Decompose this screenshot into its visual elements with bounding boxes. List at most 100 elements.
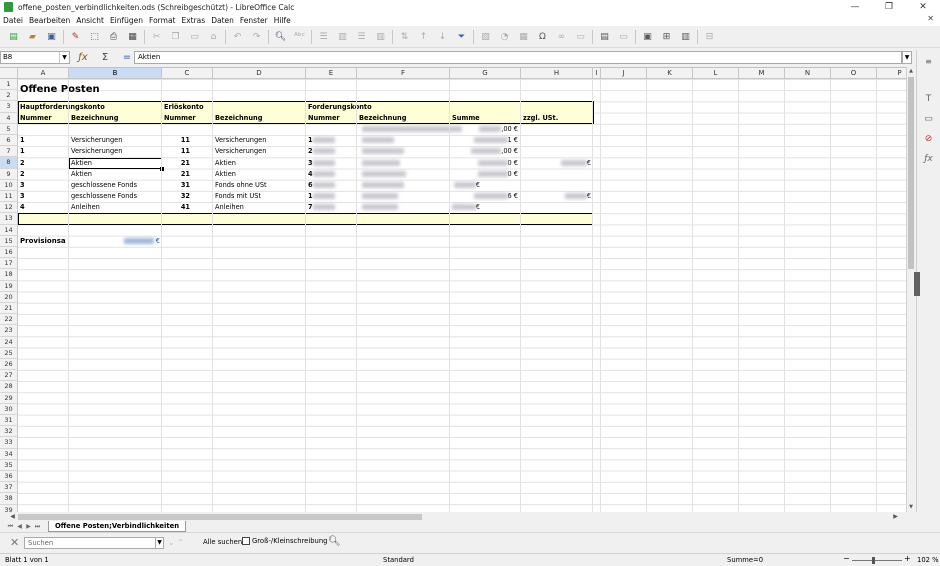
sort-ascending-icon[interactable]: ↑: [416, 29, 431, 44]
row-header-8[interactable]: 8: [0, 157, 18, 169]
cell-b9[interactable]: Aktien: [69, 169, 161, 180]
column-header-h[interactable]: H: [521, 68, 593, 79]
cut-icon[interactable]: ✂: [149, 29, 164, 44]
row-header-16[interactable]: 16: [0, 247, 18, 259]
header-nummer-c[interactable]: Nummer: [162, 113, 212, 124]
cell-e6[interactable]: 1: [306, 135, 356, 146]
row-header-3[interactable]: 3: [0, 101, 18, 113]
print-icon[interactable]: ⎙: [106, 29, 121, 44]
cell-g9[interactable]: 0 €: [450, 169, 520, 180]
paste-icon[interactable]: ▭: [187, 29, 202, 44]
cell-f9-redacted[interactable]: [360, 169, 440, 180]
formula-input[interactable]: Aktien: [134, 51, 902, 64]
edit-mode-icon[interactable]: ✎: [68, 29, 83, 44]
delete-row-icon[interactable]: ☰: [354, 29, 369, 44]
function-wizard-icon[interactable]: ƒx: [76, 51, 90, 64]
row-header-14[interactable]: 14: [0, 224, 18, 236]
column-header-l[interactable]: L: [693, 68, 739, 79]
insert-image-icon[interactable]: ▧: [478, 29, 493, 44]
row-header-7[interactable]: 7: [0, 146, 18, 158]
header-bezeichnung-f[interactable]: Bezeichnung: [357, 113, 449, 124]
insert-row-icon[interactable]: ☰: [316, 29, 331, 44]
open-folder-icon[interactable]: ▰: [25, 29, 40, 44]
cell-f7-redacted[interactable]: [360, 146, 440, 157]
row-header-39[interactable]: 39: [0, 504, 18, 512]
cell-b6[interactable]: Versicherungen: [69, 135, 161, 146]
cell-a9[interactable]: 2: [18, 169, 68, 180]
row-header-15[interactable]: 15: [0, 235, 18, 247]
scroll-up-icon[interactable]: ▲: [907, 67, 915, 76]
menu-daten[interactable]: Daten: [211, 16, 234, 25]
find-replace-icon[interactable]: 🔍︎: [328, 536, 342, 549]
row-header-34[interactable]: 34: [0, 448, 18, 460]
cell-d11[interactable]: Fonds mit USt: [213, 191, 305, 202]
save-icon[interactable]: ▣: [44, 29, 59, 44]
cell-g12[interactable]: €: [450, 202, 520, 213]
copy-icon[interactable]: ❐: [168, 29, 183, 44]
close-document-icon[interactable]: ✕: [927, 14, 934, 23]
first-sheet-icon[interactable]: ⏮: [6, 522, 15, 532]
undo-icon[interactable]: ↶: [230, 29, 245, 44]
row-header-2[interactable]: 2: [0, 90, 18, 102]
row-header-25[interactable]: 25: [0, 347, 18, 359]
close-button[interactable]: ✕: [906, 0, 940, 14]
insert-chart-icon[interactable]: ◔: [497, 29, 512, 44]
cell-a12[interactable]: 4: [18, 202, 68, 213]
row-header-1[interactable]: 1: [0, 79, 18, 91]
header-bezeichnung-d[interactable]: Bezeichnung: [213, 113, 305, 124]
sheet-title[interactable]: Offene Posten: [19, 79, 100, 101]
cell-g6[interactable]: 1 €: [450, 135, 520, 146]
next-sheet-icon[interactable]: ▶: [24, 522, 33, 532]
cell-b10[interactable]: geschlossene Fonds: [69, 180, 161, 191]
row-header-4[interactable]: 4: [0, 112, 18, 124]
cell-c8[interactable]: 21: [162, 158, 192, 169]
column-header-g[interactable]: G: [450, 68, 521, 79]
cell-c12[interactable]: 41: [162, 202, 192, 213]
cell-c7[interactable]: 11: [162, 146, 192, 157]
cell-g5[interactable]: ,00 €: [450, 124, 520, 135]
cell-a7[interactable]: 1: [18, 146, 68, 157]
define-print-area-icon[interactable]: ▭: [616, 29, 631, 44]
row-header-31[interactable]: 31: [0, 415, 18, 427]
hyperlink-icon[interactable]: ∞: [554, 29, 569, 44]
delete-column-icon[interactable]: ▥: [373, 29, 388, 44]
column-header-j[interactable]: J: [601, 68, 647, 79]
cell-d12[interactable]: Anleihen: [213, 202, 305, 213]
column-header-p[interactable]: P: [877, 68, 906, 79]
header-nummer-a[interactable]: Nummer: [18, 113, 68, 124]
row-header-10[interactable]: 10: [0, 179, 18, 191]
cell-f8-redacted[interactable]: [360, 158, 440, 169]
checkbox-icon[interactable]: [242, 537, 250, 545]
menu-format[interactable]: Format: [149, 16, 175, 25]
find-all-button[interactable]: Alle suchen: [203, 538, 242, 546]
name-box[interactable]: B8 ▼: [0, 51, 70, 64]
special-character-icon[interactable]: Ω: [535, 29, 550, 44]
functions-icon[interactable]: ƒx: [921, 152, 936, 167]
status-page-style[interactable]: Standard: [383, 556, 414, 564]
cell-h8[interactable]: €: [521, 158, 593, 169]
header-zzgl-ust[interactable]: zzgl. USt.: [521, 113, 591, 124]
column-header-a[interactable]: A: [18, 68, 69, 79]
merge-cells-icon[interactable]: ⊟: [702, 29, 717, 44]
menu-hilfe[interactable]: Hilfe: [274, 16, 291, 25]
find-replace-icon[interactable]: 🔍︎: [273, 29, 288, 44]
print-preview-icon[interactable]: ▦: [125, 29, 140, 44]
cell-g8[interactable]: 0 €: [450, 158, 520, 169]
column-header-e[interactable]: E: [306, 68, 357, 79]
cell-b12[interactable]: Anleihen: [69, 202, 161, 213]
new-document-icon[interactable]: ▤: [6, 29, 21, 44]
pivot-table-icon[interactable]: ▦: [516, 29, 531, 44]
scroll-left-icon[interactable]: ◀: [8, 512, 17, 521]
spreadsheet-grid[interactable]: ABCDEFGHIJKLMNOP 1 2 3 4 5 6 7 8 9 10 11 12 13 14 15 16…: [0, 67, 906, 512]
autofilter-icon[interactable]: ⏷: [454, 29, 469, 44]
cell-a10[interactable]: 3: [18, 180, 68, 191]
row-header-36[interactable]: 36: [0, 471, 18, 483]
cell-e7[interactable]: 2: [306, 146, 356, 157]
properties-icon[interactable]: T: [921, 92, 936, 107]
cell-a15[interactable]: Provisionsa: [18, 236, 69, 247]
cell-d7[interactable]: Versicherungen: [213, 146, 305, 157]
select-all-corner[interactable]: [0, 68, 18, 79]
cell-e12[interactable]: 7: [306, 202, 356, 213]
cell-e8[interactable]: 3: [306, 158, 356, 169]
header-nummer-e[interactable]: Nummer: [306, 113, 356, 124]
